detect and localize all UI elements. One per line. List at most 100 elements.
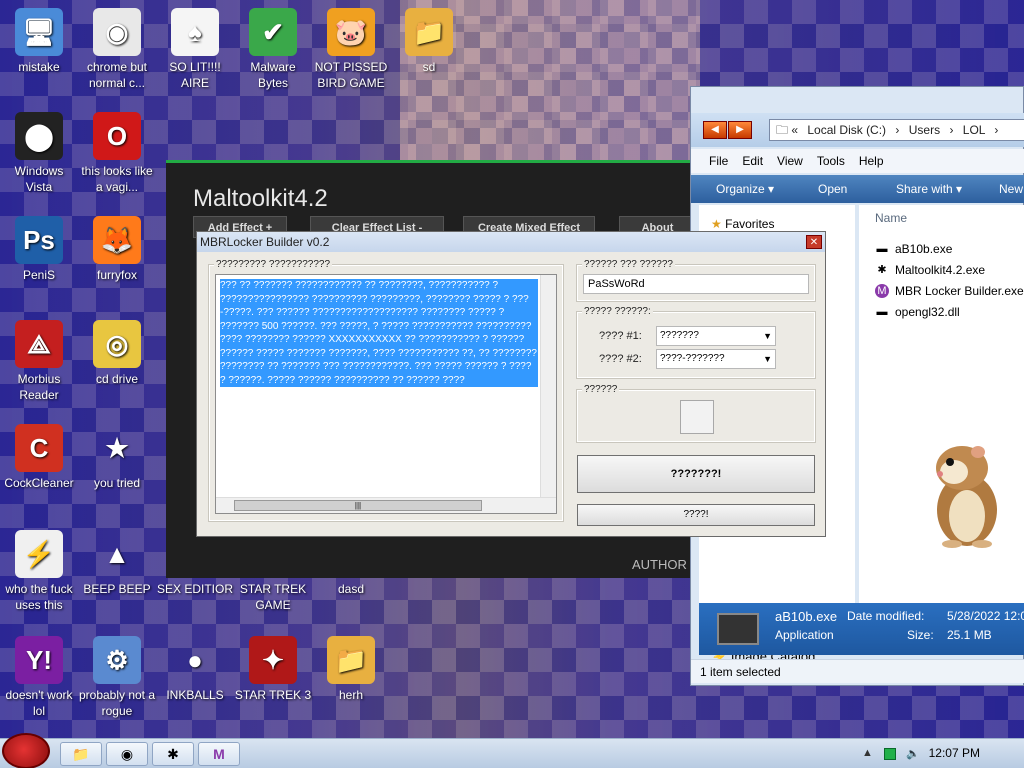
tray-up-arrow-icon[interactable]: ▲ bbox=[862, 747, 873, 759]
color1-value: ??????? bbox=[660, 330, 699, 341]
file-item-ab10b[interactable]: ▬ aB10b.exe bbox=[875, 239, 953, 259]
menu-edit[interactable]: Edit bbox=[742, 154, 763, 168]
desktop-icon[interactable]: 🦊 furryfox bbox=[78, 216, 156, 283]
taskbar-explorer[interactable]: 📁 bbox=[60, 742, 102, 766]
desktop-icon-label: Malware Bytes bbox=[250, 60, 296, 90]
close-icon[interactable]: ✕ bbox=[806, 235, 822, 249]
menu-view[interactable]: View bbox=[777, 154, 803, 168]
icon-preview[interactable] bbox=[680, 400, 714, 434]
desktop-icon-image: 🦊 bbox=[93, 216, 141, 264]
password-input[interactable]: PaSsWoRd bbox=[583, 274, 809, 294]
back-arrow-icon[interactable]: ◀ bbox=[703, 121, 727, 139]
desktop-icon[interactable]: ⟁ Morbius Reader bbox=[0, 320, 78, 403]
desktop-icon-label: Morbius Reader bbox=[17, 372, 61, 402]
explorer-navbar: ◀ ▶ 🗀 « Local Disk (C:) › Users › LOL › bbox=[691, 113, 1024, 147]
taskbar-maltoolkit[interactable]: ✱ bbox=[152, 742, 194, 766]
taskbar-chrome[interactable]: ◉ bbox=[106, 742, 148, 766]
desktop-icon-image: Ps bbox=[15, 216, 63, 264]
desktop-icon[interactable]: ▲ BEEP BEEP bbox=[78, 530, 156, 597]
menu-help[interactable]: Help bbox=[859, 154, 884, 168]
author-label: AUTHOR bbox=[632, 557, 687, 572]
desktop-icon[interactable]: 🖥 mistake bbox=[0, 8, 78, 75]
horizontal-scrollbar[interactable]: ||| bbox=[216, 497, 556, 513]
desktop-icon[interactable]: 📁 herh bbox=[312, 636, 390, 703]
scroll-thumb[interactable]: ||| bbox=[234, 500, 482, 511]
desktop-icon[interactable]: C CockCleaner bbox=[0, 424, 78, 491]
file-item-mbr-locker-builder[interactable]: M MBR Locker Builder.exe bbox=[875, 281, 1024, 301]
taskbar-mbrlocker[interactable]: M bbox=[198, 742, 240, 766]
file-name: opengl32.dll bbox=[895, 305, 960, 319]
address-separator: › bbox=[994, 123, 999, 137]
address-separator: › bbox=[895, 123, 900, 137]
dialog-titlebar[interactable]: MBRLocker Builder v0.2 bbox=[197, 232, 825, 252]
desktop-icon-label: doesn't work lol bbox=[5, 688, 73, 718]
desktop-icon[interactable]: ⚙ probably not a rogue bbox=[78, 636, 156, 719]
volume-icon[interactable]: 🔈 bbox=[906, 747, 920, 760]
file-item-maltoolkit[interactable]: ✱ Maltoolkit4.2.exe bbox=[875, 260, 985, 280]
desktop-icon-image: ● bbox=[187, 645, 203, 675]
desktop-icon[interactable]: ✦ STAR TREK 3 bbox=[234, 636, 312, 703]
favorites-item[interactable]: ★ Favorites bbox=[711, 217, 774, 231]
forward-arrow-icon[interactable]: ▶ bbox=[728, 121, 752, 139]
details-filename: aB10b.exe bbox=[775, 609, 838, 624]
color2-select[interactable]: ????-??????? ▼ bbox=[656, 349, 776, 369]
hamster-image bbox=[936, 446, 997, 548]
desktop-icon[interactable]: ♠ SO LIT!!!! AIRE bbox=[156, 8, 234, 91]
clock[interactable]: 12:07 PM bbox=[929, 746, 980, 760]
start-button[interactable] bbox=[2, 733, 50, 768]
desktop-icon[interactable]: ◎ cd drive bbox=[78, 320, 156, 387]
message-group-label: ????????? ??????????? bbox=[214, 259, 333, 270]
share-with-button[interactable]: Share with ▾ bbox=[896, 182, 962, 196]
desktop-icon[interactable]: Y! doesn't work lol bbox=[0, 636, 78, 719]
desktop-icon[interactable]: 🐷 NOT PISSED BIRD GAME bbox=[312, 8, 390, 91]
desktop-icon-label: CockCleaner bbox=[4, 476, 74, 490]
menu-file[interactable]: File bbox=[709, 154, 728, 168]
desktop-icon-image: O bbox=[93, 112, 141, 160]
desktop-icon[interactable]: ⬤ Windows Vista bbox=[0, 112, 78, 195]
desktop-icon-image: 🖥 bbox=[15, 8, 63, 56]
desktop-icon-label: BEEP BEEP bbox=[83, 582, 151, 596]
color1-select[interactable]: ??????? ▼ bbox=[656, 326, 776, 346]
desktop-icon-image: 📁 bbox=[405, 8, 453, 56]
desktop-icon[interactable]: 📁 sd bbox=[390, 8, 468, 75]
desktop-icon[interactable]: ◉ chrome but normal c... bbox=[78, 8, 156, 91]
desktop-icon-label: SO LIT!!!! AIRE bbox=[169, 60, 221, 90]
build-button[interactable]: ???????! bbox=[577, 455, 815, 493]
desktop-icon[interactable]: ● INKBALLS bbox=[156, 636, 234, 703]
desktop-icon[interactable]: Othis looks like a vagi... bbox=[78, 112, 156, 195]
desktop-icon-image: 🐷 bbox=[327, 8, 375, 56]
exit-button[interactable]: ????! bbox=[577, 504, 815, 526]
address-segment-lol[interactable]: LOL bbox=[963, 123, 985, 137]
maltoolkit-title: Maltoolkit4.2 bbox=[193, 185, 328, 212]
folder-icon: 🗀 bbox=[776, 123, 792, 137]
vertical-scrollbar[interactable] bbox=[540, 275, 556, 497]
desktop-icon[interactable]: ✔ Malware Bytes bbox=[234, 8, 312, 91]
desktop-icon-label: mistake bbox=[18, 60, 60, 74]
details-pane: aB10b.exe Application Date modified: 5/2… bbox=[699, 603, 1024, 655]
menu-tools[interactable]: Tools bbox=[817, 154, 845, 168]
address-overflow[interactable]: « bbox=[791, 123, 798, 137]
address-segment-drive[interactable]: Local Disk (C:) bbox=[807, 123, 886, 137]
desktop-icon-label: STAR TREK GAME bbox=[239, 582, 307, 612]
desktop-icon[interactable]: ★ you tried bbox=[78, 424, 156, 491]
desktop-icon[interactable]: ⚡ who the fuck uses this bbox=[0, 530, 78, 613]
new-folder-button[interactable]: New bbox=[999, 182, 1023, 196]
column-header-name[interactable]: Name bbox=[875, 211, 907, 225]
address-segment-users[interactable]: Users bbox=[909, 123, 940, 137]
file-item-opengl32[interactable]: ▬ opengl32.dll bbox=[875, 302, 960, 322]
organize-button[interactable]: Organize ▾ bbox=[716, 182, 774, 196]
desktop-icon[interactable]: Ps PeniS bbox=[0, 216, 78, 283]
desktop-icon-image: C bbox=[15, 424, 63, 472]
status-bar: 1 item selected bbox=[691, 659, 1024, 683]
message-textarea[interactable]: ??? ?? ??????? ???????????? ?? ????????,… bbox=[215, 274, 557, 514]
battery-icon[interactable] bbox=[884, 748, 896, 760]
desktop-icon-label: Windows Vista bbox=[14, 164, 64, 194]
desktop-icon-label: INKBALLS bbox=[166, 688, 224, 702]
open-button[interactable]: Open bbox=[818, 182, 847, 196]
desktop-icon-image: ▲ bbox=[104, 539, 130, 569]
password-group-label: ?????? ??? ?????? bbox=[582, 259, 675, 270]
color2-label: ???? #2: bbox=[599, 353, 642, 365]
desktop-icon-image: ♠ bbox=[171, 8, 219, 56]
address-bar[interactable]: 🗀 « Local Disk (C:) › Users › LOL › bbox=[769, 119, 1024, 141]
desktop-icon-image: ✦ bbox=[249, 636, 297, 684]
